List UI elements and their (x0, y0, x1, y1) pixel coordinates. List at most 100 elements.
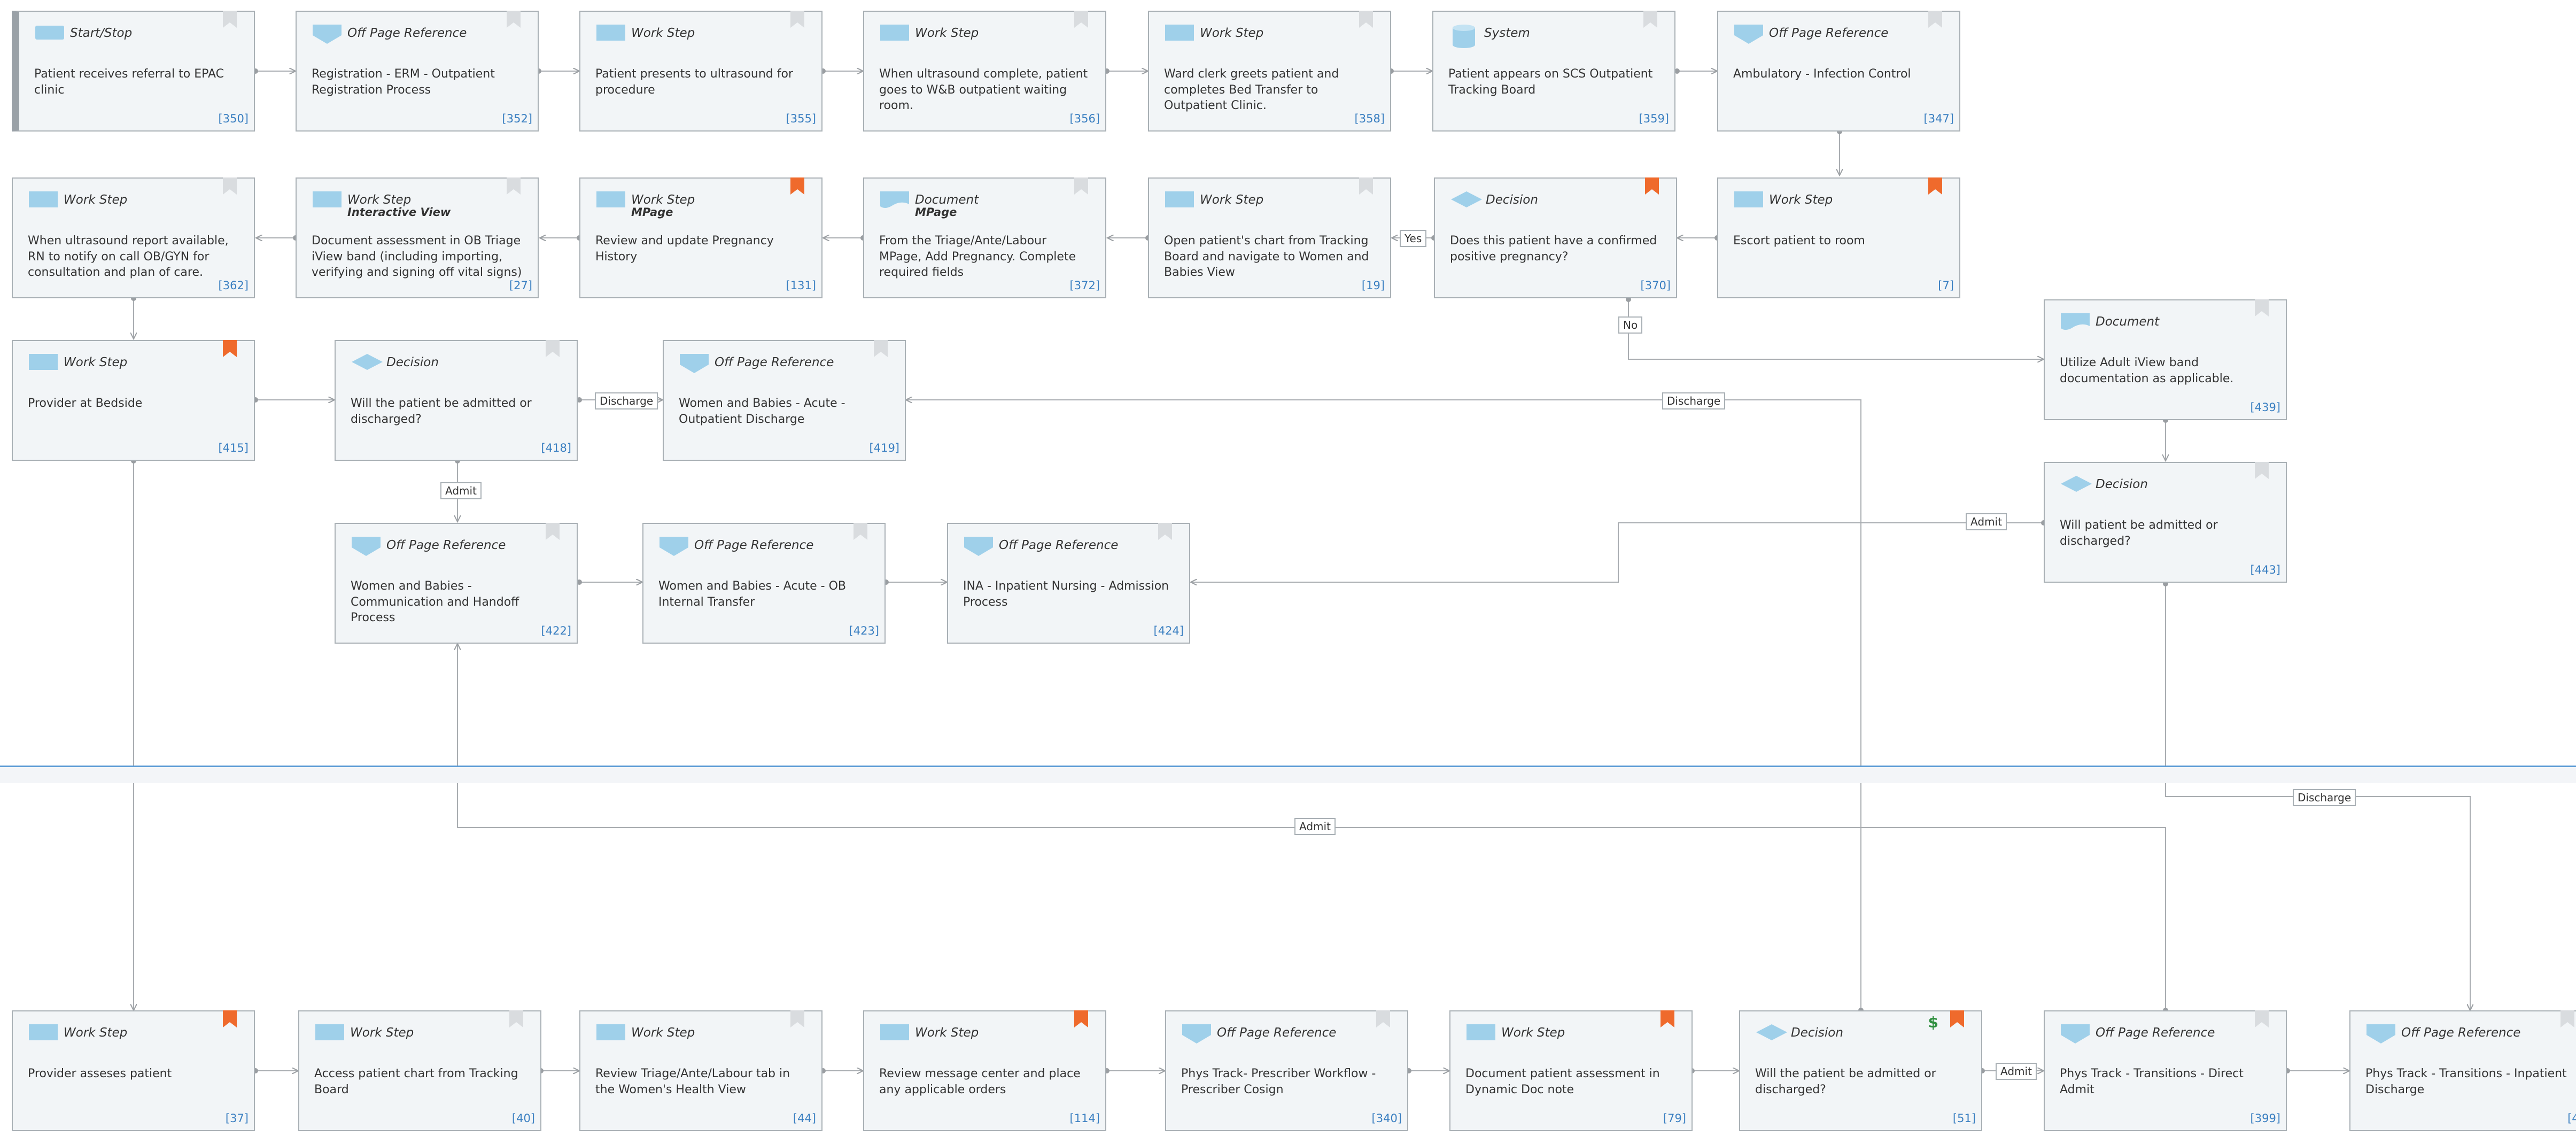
bookmark-flag-icon[interactable] (1661, 1010, 1674, 1027)
bookmark-flag-icon[interactable] (2255, 462, 2269, 479)
step-reference-number[interactable]: [439] (2251, 401, 2280, 414)
step-reference-number[interactable]: [355] (786, 112, 816, 125)
step-reference-number[interactable]: [350] (219, 112, 249, 125)
step-reference-number[interactable]: [51] (1953, 1112, 1976, 1125)
connector-label-admit: Admit (1966, 513, 2007, 530)
step-card-79[interactable]: Work Step Document patient assessment in … (1449, 1010, 1693, 1131)
step-card-415[interactable]: Work Step Provider at Bedside [415] (12, 340, 255, 461)
step-card-355[interactable]: Work Step Patient presents to ultrasound … (579, 11, 823, 132)
step-reference-number[interactable]: [131] (786, 279, 816, 292)
bookmark-flag-icon[interactable] (1376, 1010, 1390, 1027)
step-reference-number[interactable]: [44] (793, 1112, 816, 1125)
bookmark-flag-icon[interactable] (546, 523, 560, 540)
step-reference-number[interactable]: [19] (1362, 279, 1385, 292)
step-card-350[interactable]: Start/Stop Patient receives referral to E… (12, 11, 255, 132)
step-reference-number[interactable]: [27] (509, 279, 532, 292)
bookmark-flag-icon[interactable] (2561, 1010, 2574, 1027)
step-reference-number[interactable]: [359] (1639, 112, 1669, 125)
step-card-424[interactable]: Off Page Reference INA - Inpatient Nursin… (947, 523, 1190, 644)
connector-label-discharge: Discharge (2293, 789, 2356, 806)
bookmark-flag-icon[interactable] (854, 523, 867, 540)
bookmark-flag-icon[interactable] (790, 1010, 804, 1027)
step-card-358[interactable]: Work Step Ward clerk greets patient and c… (1148, 11, 1391, 132)
bookmark-flag-icon[interactable] (1928, 11, 1942, 28)
bookmark-flag-icon[interactable] (1074, 11, 1088, 28)
step-reference-number[interactable]: [37] (226, 1112, 249, 1125)
step-reference-number[interactable]: [44 (2567, 1112, 2576, 1125)
step-card-7[interactable]: Work Step Escort patient to room [7] (1717, 177, 1960, 298)
bookmark-flag-icon[interactable] (1074, 1010, 1088, 1027)
step-reference-number[interactable]: [424] (1154, 624, 1184, 637)
step-reference-number[interactable]: [7] (1938, 279, 1954, 292)
bookmark-flag-icon[interactable] (790, 11, 804, 28)
step-card-419[interactable]: Off Page Reference Women and Babies - Acu… (663, 340, 906, 461)
step-reference-number[interactable]: [422] (541, 624, 571, 637)
step-reference-number[interactable]: [372] (1070, 279, 1100, 292)
step-reference-number[interactable]: [418] (541, 442, 571, 454)
step-card-362[interactable]: Work Step When ultrasound report availabl… (12, 177, 255, 298)
step-text: Will the patient be admitted or discharg… (1755, 1067, 1936, 1096)
step-reference-number[interactable]: [419] (870, 442, 899, 454)
step-reference-number[interactable]: [443] (2251, 563, 2280, 576)
step-reference-number[interactable]: [114] (1070, 1112, 1100, 1125)
step-text: Provider at Bedside (28, 397, 143, 410)
step-card-352[interactable]: Off Page Reference Registration - ERM - O… (296, 11, 539, 132)
step-card-370[interactable]: Decision Does this patient have a confirm… (1434, 177, 1677, 298)
bookmark-flag-icon[interactable] (1643, 11, 1657, 28)
step-reference-number[interactable]: [356] (1070, 112, 1100, 125)
step-reference-number[interactable]: [362] (219, 279, 249, 292)
step-reference-number[interactable]: [40] (512, 1112, 535, 1125)
bookmark-flag-icon[interactable] (509, 1010, 523, 1027)
step-reference-number[interactable]: [347] (1924, 112, 1954, 125)
bookmark-flag-icon[interactable] (1158, 523, 1172, 540)
step-card-359[interactable]: System Patient appears on SCS Outpatient … (1432, 11, 1675, 132)
step-card-418[interactable]: Decision Will the patient be admitted or … (335, 340, 578, 461)
step-reference-number[interactable]: [358] (1355, 112, 1385, 125)
step-card-44[interactable]: Off Page Reference Phys Track - Transitio… (2349, 1010, 2576, 1131)
step-reference-number[interactable]: [415] (219, 442, 249, 454)
step-card-399[interactable]: Off Page Reference Phys Track - Transitio… (2044, 1010, 2287, 1131)
step-card-423[interactable]: Off Page Reference Women and Babies - Acu… (642, 523, 886, 644)
step-text: Phys Track - Transitions - Direct Admit (2060, 1067, 2244, 1096)
step-type: Work Step (64, 193, 128, 207)
step-reference-number[interactable]: [370] (1641, 279, 1671, 292)
bookmark-flag-icon[interactable] (2255, 299, 2269, 316)
step-card-443[interactable]: Decision Will patient be admitted or disc… (2044, 462, 2287, 583)
step-card-422[interactable]: Off Page Reference Women and Babies - Com… (335, 523, 578, 644)
step-card-51[interactable]: Decision $ Will the patient be admitted or… (1739, 1010, 1982, 1131)
bookmark-flag-icon[interactable] (874, 340, 888, 357)
bookmark-flag-icon[interactable] (1074, 177, 1088, 195)
step-card-114[interactable]: Work Step Review message center and place… (863, 1010, 1106, 1131)
bookmark-flag-icon[interactable] (2255, 1010, 2269, 1027)
step-reference-number[interactable]: [79] (1663, 1112, 1686, 1125)
bookmark-flag-icon[interactable] (1950, 1010, 1964, 1027)
step-card-27[interactable]: Work Step Interactive View Document assess… (296, 177, 539, 298)
bookmark-flag-icon[interactable] (790, 177, 804, 195)
step-reference-number[interactable]: [352] (502, 112, 532, 125)
bookmark-flag-icon[interactable] (1645, 177, 1659, 195)
bookmark-flag-icon[interactable] (546, 340, 560, 357)
bookmark-flag-icon[interactable] (223, 11, 237, 28)
bookmark-flag-icon[interactable] (223, 1010, 237, 1027)
bookmark-flag-icon[interactable] (1928, 177, 1942, 195)
step-reference-number[interactable]: [423] (849, 624, 879, 637)
bookmark-flag-icon[interactable] (1359, 11, 1373, 28)
step-card-40[interactable]: Work Step Access patient chart from Track… (298, 1010, 541, 1131)
step-card-44[interactable]: Work Step Review Triage/Ante/Labour tab i… (579, 1010, 823, 1131)
bookmark-flag-icon[interactable] (1359, 177, 1373, 195)
bookmark-flag-icon[interactable] (507, 177, 521, 195)
connector-51-419 (906, 400, 1861, 1010)
step-card-131[interactable]: Work Step MPage Review and update Pregnanc… (579, 177, 823, 298)
step-reference-number[interactable]: [340] (1372, 1112, 1402, 1125)
step-card-356[interactable]: Work Step When ultrasound complete, patie… (863, 11, 1106, 132)
bookmark-flag-icon[interactable] (223, 177, 237, 195)
bookmark-flag-icon[interactable] (507, 11, 521, 28)
step-card-372[interactable]: Document MPage From the Triage/Ante/Labour… (863, 177, 1106, 298)
bookmark-flag-icon[interactable] (223, 340, 237, 357)
step-card-439[interactable]: Document Utilize Adult iView band documen… (2044, 299, 2287, 420)
step-card-19[interactable]: Work Step Open patient's chart from Track… (1148, 177, 1391, 298)
step-card-340[interactable]: Off Page Reference Phys Track- Prescriber… (1165, 1010, 1408, 1131)
step-reference-number[interactable]: [399] (2251, 1112, 2280, 1125)
step-card-347[interactable]: Off Page Reference Ambulatory - Infection… (1717, 11, 1960, 132)
step-card-37[interactable]: Work Step Provider asseses patient [37] (12, 1010, 255, 1131)
